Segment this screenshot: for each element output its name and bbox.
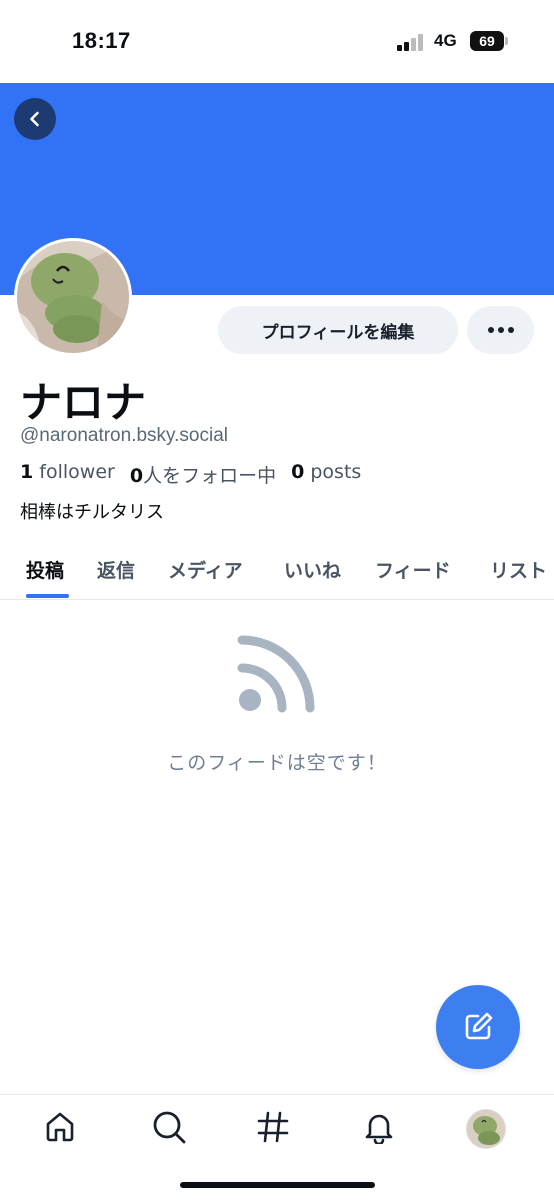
tab-likes[interactable]: いいね (284, 556, 341, 583)
followers-stat[interactable]: 1 follower (20, 461, 115, 488)
nav-home[interactable] (42, 1109, 78, 1145)
tab-replies[interactable]: 返信 (97, 556, 135, 583)
home-indicator (180, 1182, 375, 1188)
nav-notifications[interactable] (361, 1109, 397, 1145)
tab-lists[interactable]: リスト (490, 556, 547, 583)
profile-avatar[interactable] (14, 238, 132, 356)
following-stat[interactable]: 0人をフォロー中 (130, 461, 276, 488)
home-icon (46, 1112, 74, 1142)
display-name: ナロナ (20, 378, 147, 427)
following-count: 0 (129, 465, 144, 487)
avatar-image (467, 1110, 505, 1148)
posts-count: 0 (291, 461, 305, 483)
bell-icon (365, 1114, 393, 1144)
battery-nub (505, 37, 508, 45)
chevron-left-icon (30, 111, 39, 127)
status-bar: 18:17 4G 69 (0, 0, 554, 83)
network-type: 4G (434, 31, 457, 50)
posts-stat: 0 posts (291, 461, 361, 488)
following-label: 人をフォロー中 (143, 465, 277, 487)
profile-stats: 1 follower 0人をフォロー中 0 posts (20, 461, 361, 488)
compose-button[interactable] (436, 985, 520, 1069)
profile-tabs: 投稿 返信 メディア いいね フィード リスト (0, 548, 554, 600)
status-time: 18:17 (72, 28, 131, 53)
more-options-button[interactable] (467, 306, 534, 354)
tab-feeds[interactable]: フィード (375, 556, 451, 583)
compose-icon (465, 1012, 493, 1040)
followers-count: 1 (20, 461, 34, 483)
ellipsis-icon (487, 327, 514, 333)
battery-level: 69 (479, 33, 495, 49)
back-button[interactable] (14, 98, 56, 140)
bio: 相棒はチルタリス (20, 502, 164, 523)
battery-icon: 69 (470, 31, 504, 51)
active-tab-indicator (26, 594, 69, 598)
followers-label: follower (39, 461, 115, 483)
nav-search[interactable] (151, 1109, 187, 1145)
tab-media[interactable]: メディア (168, 556, 243, 583)
nav-profile-avatar[interactable] (466, 1109, 506, 1149)
signal-icon (397, 33, 425, 51)
avatar-image (17, 241, 129, 353)
search-icon (153, 1111, 186, 1144)
tab-posts[interactable]: 投稿 (26, 556, 64, 583)
nav-feeds[interactable] (255, 1109, 291, 1145)
posts-label: posts (310, 461, 362, 483)
edit-profile-button[interactable]: プロフィールを編集 (218, 306, 458, 354)
rss-feed-icon (237, 635, 315, 713)
hashtag-icon (257, 1111, 289, 1143)
handle: @naronatron.bsky.social (20, 425, 228, 446)
empty-feed-message: このフィードは空です！ (167, 752, 387, 774)
